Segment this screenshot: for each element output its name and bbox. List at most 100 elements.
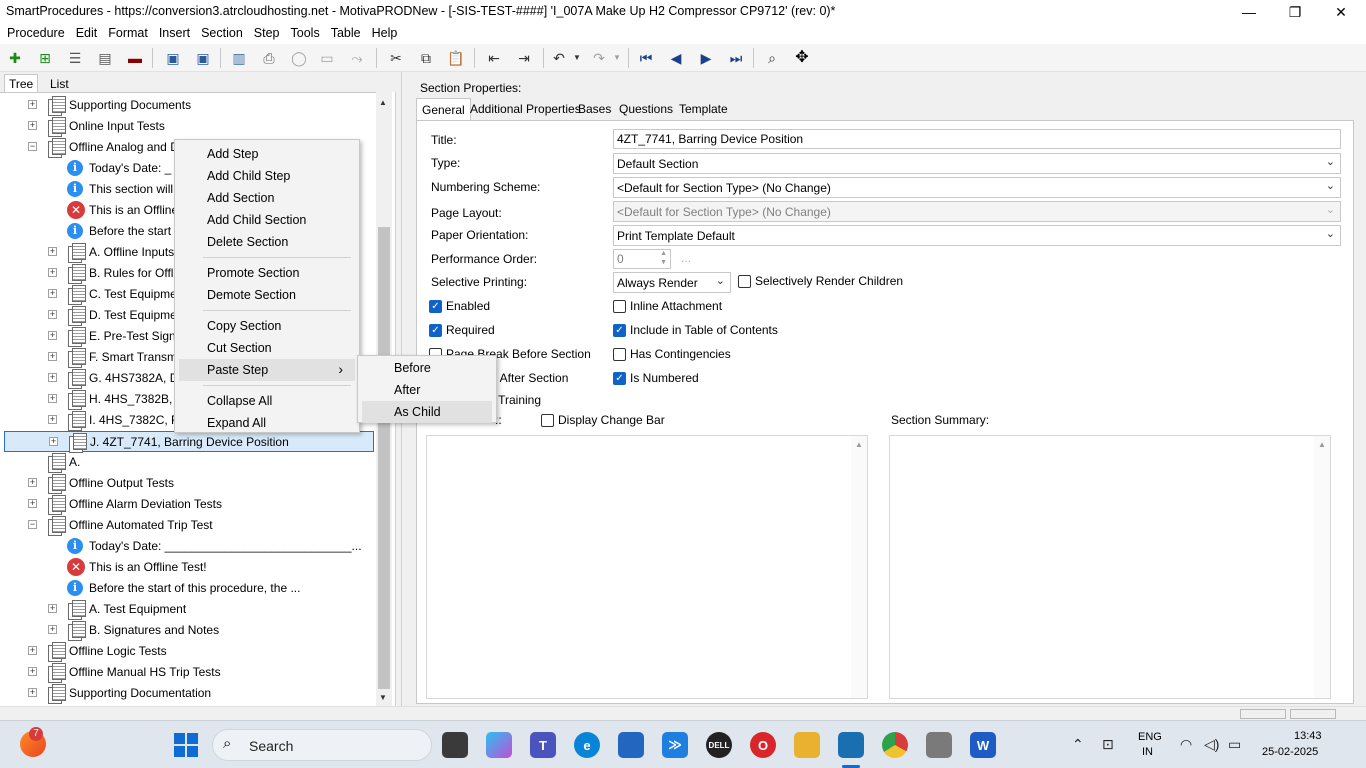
- remove-icon[interactable]: ▬: [126, 49, 144, 67]
- menu-item-demote-section[interactable]: Demote Section: [179, 284, 355, 306]
- word-icon[interactable]: W: [970, 732, 996, 758]
- menu-table[interactable]: Table: [327, 24, 368, 44]
- tree-row[interactable]: − Offline Automated Trip Test: [0, 515, 376, 536]
- tab-additional-properties[interactable]: Additional Properties: [465, 98, 586, 120]
- export-icon[interactable]: ▥: [230, 49, 248, 67]
- move-icon[interactable]: ✥: [793, 49, 811, 67]
- tree-row[interactable]: + Offline Manual HS Trip Tests: [0, 662, 376, 683]
- scroll-up-icon[interactable]: ▲: [379, 98, 387, 107]
- battery-icon[interactable]: ▭: [1228, 736, 1241, 753]
- collapse-icon[interactable]: −: [28, 520, 37, 529]
- expand-icon[interactable]: +: [28, 646, 37, 655]
- paste-icon[interactable]: 📋: [447, 49, 465, 67]
- enabled-checkbox[interactable]: ✓: [429, 300, 442, 313]
- has-contingencies-checkbox[interactable]: [613, 348, 626, 361]
- chrome-icon[interactable]: [882, 732, 908, 758]
- menu-procedure[interactable]: Procedure: [3, 24, 72, 44]
- indent-icon[interactable]: ⇥: [515, 49, 533, 67]
- tree-row[interactable]: i Before the start of this procedure, the…: [0, 578, 376, 599]
- menu-item-add-child-section[interactable]: Add Child Section: [179, 209, 355, 231]
- menu-format[interactable]: Format: [104, 24, 155, 44]
- expand-icon[interactable]: +: [48, 373, 57, 382]
- submenu-item-as-child[interactable]: As Child: [362, 401, 492, 423]
- collapse-icon[interactable]: −: [28, 142, 37, 151]
- start-icon[interactable]: [174, 733, 198, 757]
- previous-icon[interactable]: ◀: [667, 49, 685, 67]
- undo-icon[interactable]: ↶: [550, 49, 568, 67]
- expand-icon[interactable]: +: [28, 100, 37, 109]
- vscode-icon[interactable]: ≫: [662, 732, 688, 758]
- teams-icon[interactable]: T: [530, 732, 556, 758]
- copy-icon[interactable]: ⧉: [417, 49, 435, 67]
- clock-time[interactable]: 13:43: [1294, 730, 1322, 742]
- list-alt-icon[interactable]: ▤: [96, 49, 114, 67]
- tree-row[interactable]: A.: [0, 452, 376, 473]
- expand-icon[interactable]: +: [48, 352, 57, 361]
- edge-icon[interactable]: e: [574, 732, 600, 758]
- find-icon[interactable]: ⌕: [763, 49, 781, 67]
- tab-template[interactable]: Template: [674, 98, 733, 120]
- outdent-icon[interactable]: ⇤: [485, 49, 503, 67]
- volume-icon[interactable]: ◁): [1204, 736, 1219, 753]
- menu-item-delete-section[interactable]: Delete Section: [179, 231, 355, 253]
- minimize-button[interactable]: —: [1226, 0, 1272, 24]
- next-icon[interactable]: ▶: [697, 49, 715, 67]
- store-icon[interactable]: [618, 732, 644, 758]
- menu-edit[interactable]: Edit: [72, 24, 105, 44]
- required-checkbox[interactable]: ✓: [429, 324, 442, 337]
- menu-item-cut-section[interactable]: Cut Section: [179, 337, 355, 359]
- clock-date[interactable]: 25-02-2025: [1262, 746, 1318, 758]
- tree-row[interactable]: + B. Signatures and Notes: [0, 620, 376, 641]
- link-icon[interactable]: ⤳: [348, 49, 366, 67]
- is-numbered-checkbox[interactable]: ✓: [613, 372, 626, 385]
- submenu-item-after[interactable]: After: [362, 379, 492, 401]
- folder-icon[interactable]: [794, 732, 820, 758]
- menu-item-add-step[interactable]: Add Step: [179, 143, 355, 165]
- wifi-icon[interactable]: ◠: [1180, 736, 1192, 753]
- undo-dropdown-icon[interactable]: ▼: [568, 49, 586, 67]
- expand-icon[interactable]: +: [48, 394, 57, 403]
- tree-row[interactable]: + Offline Logic Tests: [0, 641, 376, 662]
- expand-icon[interactable]: +: [48, 331, 57, 340]
- menu-item-copy-section[interactable]: Copy Section: [179, 315, 355, 337]
- tree-row[interactable]: ✕ This is an Offline Test!: [0, 557, 376, 578]
- expand-icon[interactable]: +: [48, 625, 57, 634]
- close-button[interactable]: ✕: [1318, 0, 1364, 24]
- expand-icon[interactable]: +: [48, 415, 57, 424]
- cut-icon[interactable]: ✂: [387, 49, 405, 67]
- file-explorer-alt-icon[interactable]: [442, 732, 468, 758]
- scroll-thumb[interactable]: [378, 227, 390, 689]
- notes-scrollbar[interactable]: ▲: [851, 436, 867, 698]
- tree-row[interactable]: + A. Test Equipment: [0, 599, 376, 620]
- inline-attachment-checkbox[interactable]: [613, 300, 626, 313]
- tab-bases[interactable]: Bases: [573, 98, 616, 120]
- expand-icon[interactable]: +: [28, 667, 37, 676]
- remote-desktop-icon[interactable]: [926, 732, 952, 758]
- scroll-up-icon[interactable]: ▲: [855, 440, 863, 449]
- numbering-select[interactable]: <Default for Section Type> (No Change) ⌄: [613, 177, 1341, 198]
- language-top[interactable]: ENG: [1138, 731, 1162, 743]
- summary-scrollbar[interactable]: ▲: [1314, 436, 1330, 698]
- tree-row[interactable]: + Online Input Tests: [0, 116, 376, 137]
- expand-icon[interactable]: +: [48, 310, 57, 319]
- selectively-render-children-checkbox[interactable]: [738, 275, 751, 288]
- title-input[interactable]: 4ZT_7741, Barring Device Position: [613, 129, 1341, 149]
- performance-order-input[interactable]: 0 ▲ ▼: [613, 249, 671, 269]
- menu-item-promote-section[interactable]: Promote Section: [179, 262, 355, 284]
- search-box[interactable]: ⌕ Search: [212, 729, 432, 761]
- orientation-select[interactable]: Print Template Default ⌄: [613, 225, 1341, 246]
- selective-printing-select[interactable]: Always Render ⌄: [613, 272, 731, 293]
- tab-general[interactable]: General: [416, 98, 471, 120]
- menu-step[interactable]: Step: [250, 24, 287, 44]
- smartprocedures-icon[interactable]: [838, 732, 864, 758]
- print-icon[interactable]: ⎙: [260, 49, 278, 67]
- chevron-up-icon[interactable]: ⌃: [1072, 736, 1084, 753]
- type-select[interactable]: Default Section ⌄: [613, 153, 1341, 174]
- notes-textarea[interactable]: ▲: [426, 435, 868, 699]
- expand-icon[interactable]: +: [28, 499, 37, 508]
- tab-tree[interactable]: Tree: [4, 74, 39, 93]
- view-icon[interactable]: ▭: [318, 49, 336, 67]
- add-child-icon[interactable]: ⊞: [36, 49, 54, 67]
- display-change-bar-checkbox[interactable]: [541, 414, 554, 427]
- network-app-icon[interactable]: ⊡: [1102, 736, 1114, 753]
